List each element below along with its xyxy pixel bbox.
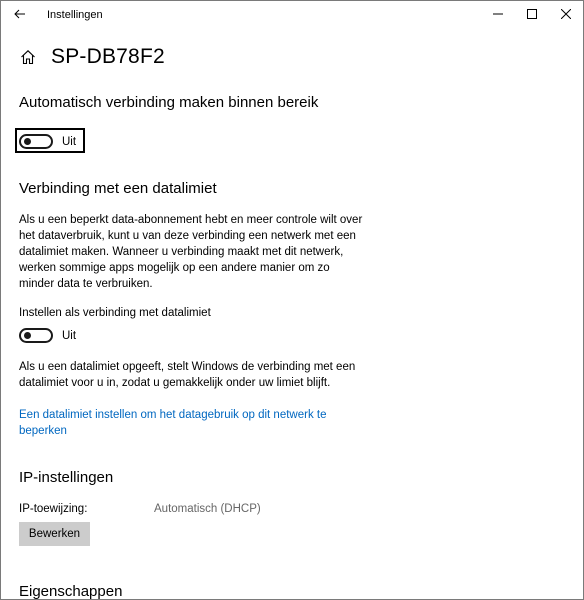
metered-heading: Verbinding met een datalimiet bbox=[19, 180, 217, 197]
toggle-switch[interactable] bbox=[19, 328, 53, 343]
window-title: Instellingen bbox=[47, 9, 103, 21]
ip-assignment-label: IP-toewijzing: bbox=[19, 503, 88, 515]
metered-note: Als u een datalimiet opgeeft, stelt Wind… bbox=[19, 361, 356, 389]
maximize-icon bbox=[527, 6, 537, 24]
metered-toggle-label: Uit bbox=[62, 329, 77, 342]
metered-toggle[interactable]: Uit bbox=[19, 328, 76, 343]
properties-heading: Eigenschappen bbox=[19, 583, 123, 600]
edit-button[interactable]: Bewerken bbox=[19, 522, 90, 546]
metered-description: Als u een beperkt data-abonnement hebt e… bbox=[19, 214, 363, 290]
toggle-switch[interactable] bbox=[19, 134, 53, 149]
close-button[interactable] bbox=[549, 1, 583, 29]
auto-connect-toggle-label: Uit bbox=[62, 135, 77, 148]
set-data-limit-link[interactable]: Een datalimiet instellen om het datagebr… bbox=[19, 407, 349, 439]
metered-setting-label: Instellen als verbinding met datalimiet bbox=[19, 307, 211, 319]
maximize-button[interactable] bbox=[515, 1, 549, 29]
auto-connect-heading: Automatisch verbinding maken binnen bere… bbox=[19, 94, 319, 111]
page-title: SP-DB78F2 bbox=[51, 45, 165, 68]
toggle-knob bbox=[24, 138, 31, 145]
back-button[interactable] bbox=[1, 1, 39, 29]
back-arrow-icon bbox=[14, 6, 26, 24]
minimize-icon bbox=[493, 6, 503, 24]
ip-settings-heading: IP-instellingen bbox=[19, 469, 114, 486]
close-icon bbox=[560, 6, 572, 24]
minimize-button[interactable] bbox=[481, 1, 515, 29]
settings-window: Instellingen SP-DB78F2 Automatisch verbi… bbox=[0, 0, 584, 600]
title-bar: Instellingen bbox=[1, 1, 583, 29]
auto-connect-toggle[interactable]: Uit bbox=[19, 134, 76, 149]
page-header: SP-DB78F2 bbox=[19, 43, 165, 71]
home-icon[interactable] bbox=[19, 48, 37, 66]
toggle-knob bbox=[24, 332, 31, 339]
ip-assignment-value: Automatisch (DHCP) bbox=[154, 503, 261, 515]
